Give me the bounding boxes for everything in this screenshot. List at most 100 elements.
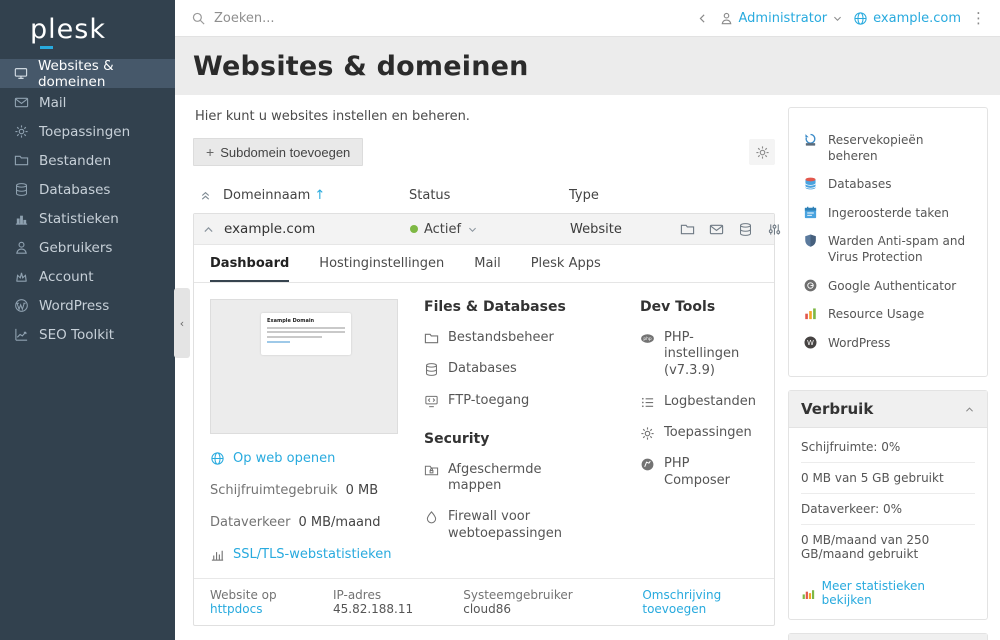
shield-tool-icon bbox=[803, 233, 818, 248]
sidebar-item-label: Databases bbox=[39, 182, 110, 198]
sliders-icon[interactable] bbox=[767, 222, 782, 237]
gear-icon bbox=[640, 426, 655, 441]
files-section: Files & Databases Bestandsbeheer bbox=[424, 299, 614, 409]
sidebar-item[interactable]: Mail bbox=[0, 88, 175, 117]
domain-status[interactable]: Actief bbox=[410, 222, 570, 237]
middle-sections: Files & Databases Bestandsbeheer bbox=[424, 299, 614, 562]
site-preview[interactable]: Example Domain bbox=[210, 299, 398, 434]
usage-panel-header[interactable]: Verbruik bbox=[789, 391, 987, 428]
account-icon bbox=[14, 269, 29, 284]
domain-switcher[interactable]: example.com bbox=[853, 11, 961, 26]
files-icon[interactable] bbox=[680, 222, 695, 237]
resource-tool-icon bbox=[803, 306, 818, 321]
sidebar-item[interactable]: SEO Toolkit bbox=[0, 320, 175, 349]
column-status[interactable]: Status bbox=[409, 188, 569, 203]
gear-icon bbox=[14, 124, 29, 139]
dashboard-link[interactable]: php PHP-instellingen (v7.3.9) bbox=[640, 330, 758, 379]
add-description-link[interactable]: Omschrijving toevoegen bbox=[642, 588, 758, 616]
composer-icon bbox=[640, 457, 655, 472]
collapse-all-icon[interactable] bbox=[199, 189, 212, 202]
dashboard-link[interactable]: Firewall voor webtoepassingen bbox=[424, 509, 574, 542]
content-column: Hier kunt u websites instellen en behere… bbox=[193, 107, 775, 640]
mail-icon bbox=[14, 95, 29, 110]
extra-panel-header[interactable]: Extra diensten bbox=[789, 634, 987, 640]
sidebar-item-label: Mail bbox=[39, 95, 66, 111]
dashboard-link[interactable]: Bestandsbeheer bbox=[424, 330, 614, 346]
folder-icon bbox=[14, 153, 29, 168]
tab[interactable]: Hostinginstellingen bbox=[319, 245, 444, 282]
work-area: Hier kunt u websites instellen en behere… bbox=[175, 95, 1000, 640]
search-input[interactable] bbox=[214, 11, 514, 26]
ssl-stats-link[interactable]: SSL/TLS-webstatistieken bbox=[210, 547, 398, 562]
sidebar-item[interactable]: Bestanden bbox=[0, 146, 175, 175]
domain-card-footer: Website op httpdocs IP-adres 45.82.188.1… bbox=[194, 578, 774, 625]
tool-link[interactable]: Ingeroosterde taken bbox=[803, 206, 973, 222]
sort-asc-icon: ↑ bbox=[314, 188, 325, 203]
colored-chart-icon bbox=[801, 586, 816, 601]
bar-chart-icon bbox=[14, 211, 29, 226]
tool-link[interactable]: W WordPress bbox=[803, 336, 973, 352]
tool-link[interactable]: Google Authenticator bbox=[803, 279, 973, 295]
wp-tool-icon: W bbox=[803, 335, 818, 350]
domain-tabs: Dashboard Hostinginstellingen Mail bbox=[194, 245, 774, 283]
user-menu[interactable]: Administrator bbox=[719, 11, 844, 26]
dashboard-link[interactable]: Toepassingen bbox=[640, 425, 758, 441]
svg-text:W: W bbox=[807, 338, 814, 347]
preview-heading: Example Domain bbox=[267, 318, 345, 324]
open-web-link[interactable]: Op web openen bbox=[210, 451, 398, 466]
tool-link[interactable]: Reservekopieën beheren bbox=[803, 133, 973, 164]
list-settings-button[interactable] bbox=[749, 139, 775, 165]
more-stats-link[interactable]: Meer statistieken bekijken bbox=[801, 569, 975, 607]
disk-usage: Schijfruimtegebruik 0 MB bbox=[210, 483, 398, 498]
logo-underline bbox=[40, 46, 53, 49]
tool-link[interactable]: Warden Anti-spam and Virus Protection bbox=[803, 234, 973, 265]
domain-card: example.com Actief Website bbox=[193, 213, 775, 626]
httpdocs-link[interactable]: httpdocs bbox=[210, 602, 262, 616]
sidebar-item-label: Account bbox=[39, 269, 94, 285]
tool-link[interactable]: Databases bbox=[803, 177, 973, 193]
domain-name[interactable]: example.com bbox=[224, 221, 410, 237]
sidebar-item[interactable]: Statistieken bbox=[0, 204, 175, 233]
plesk-logo[interactable]: plesk bbox=[0, 0, 175, 59]
globe-icon bbox=[210, 451, 225, 466]
dashboard-link[interactable]: PHP Composer bbox=[640, 456, 758, 489]
dashboard-link[interactable]: FTP-toegang bbox=[424, 393, 614, 409]
sidebar-item[interactable]: Databases bbox=[0, 175, 175, 204]
add-subdomain-label: Subdomein toevoegen bbox=[220, 145, 350, 160]
section-title: Dev Tools bbox=[640, 299, 758, 315]
usage-panel: Verbruik Schijfruimte: 0% 0 MB van 5 GB … bbox=[788, 390, 988, 620]
mail-icon[interactable] bbox=[709, 222, 724, 237]
tool-link[interactable]: Resource Usage bbox=[803, 307, 973, 323]
row-collapse-icon[interactable] bbox=[202, 223, 215, 236]
tab[interactable]: Plesk Apps bbox=[531, 245, 601, 282]
sidebar-item[interactable]: Account bbox=[0, 262, 175, 291]
tab[interactable]: Mail bbox=[474, 245, 500, 282]
column-type[interactable]: Type bbox=[569, 188, 679, 203]
website-root: Website op httpdocs bbox=[210, 588, 307, 616]
column-domain[interactable]: Domeinnaam↑ bbox=[223, 188, 409, 203]
search-area bbox=[191, 11, 688, 26]
sidebar-item[interactable]: Websites & domeinen bbox=[0, 59, 175, 88]
add-subdomain-button[interactable]: + Subdomein toevoegen bbox=[193, 138, 363, 166]
backup-tool-icon bbox=[803, 132, 818, 147]
back-chevron-icon[interactable] bbox=[696, 12, 709, 25]
database-icon[interactable] bbox=[738, 222, 753, 237]
tab[interactable]: Dashboard bbox=[210, 245, 289, 282]
main-area: Administrator example.com ⋮ Websites & d… bbox=[175, 0, 1000, 640]
sidebar-collapse-handle[interactable]: ‹ bbox=[174, 288, 190, 358]
sidebar-item[interactable]: Gebruikers bbox=[0, 233, 175, 262]
dashboard-link[interactable]: Afgeschermde mappen bbox=[424, 462, 574, 495]
db-tool-icon bbox=[803, 176, 818, 191]
lock-folder-icon bbox=[424, 463, 439, 478]
usage-title: Verbruik bbox=[801, 400, 873, 418]
sidebar-item[interactable]: Toepassingen bbox=[0, 117, 175, 146]
more-menu-icon[interactable]: ⋮ bbox=[971, 9, 986, 27]
disk-percent: Schijfruimte: 0% bbox=[801, 432, 975, 463]
table-header: Domeinnaam↑ Status Type bbox=[193, 182, 775, 213]
sidebar-item-label: Toepassingen bbox=[39, 124, 130, 140]
sidebar-item[interactable]: WordPress bbox=[0, 291, 175, 320]
chart-icon bbox=[210, 547, 225, 562]
dashboard-link[interactable]: Databases bbox=[424, 361, 614, 377]
dashboard-link[interactable]: Logbestanden bbox=[640, 394, 758, 410]
calendar-tool-icon bbox=[803, 205, 818, 220]
